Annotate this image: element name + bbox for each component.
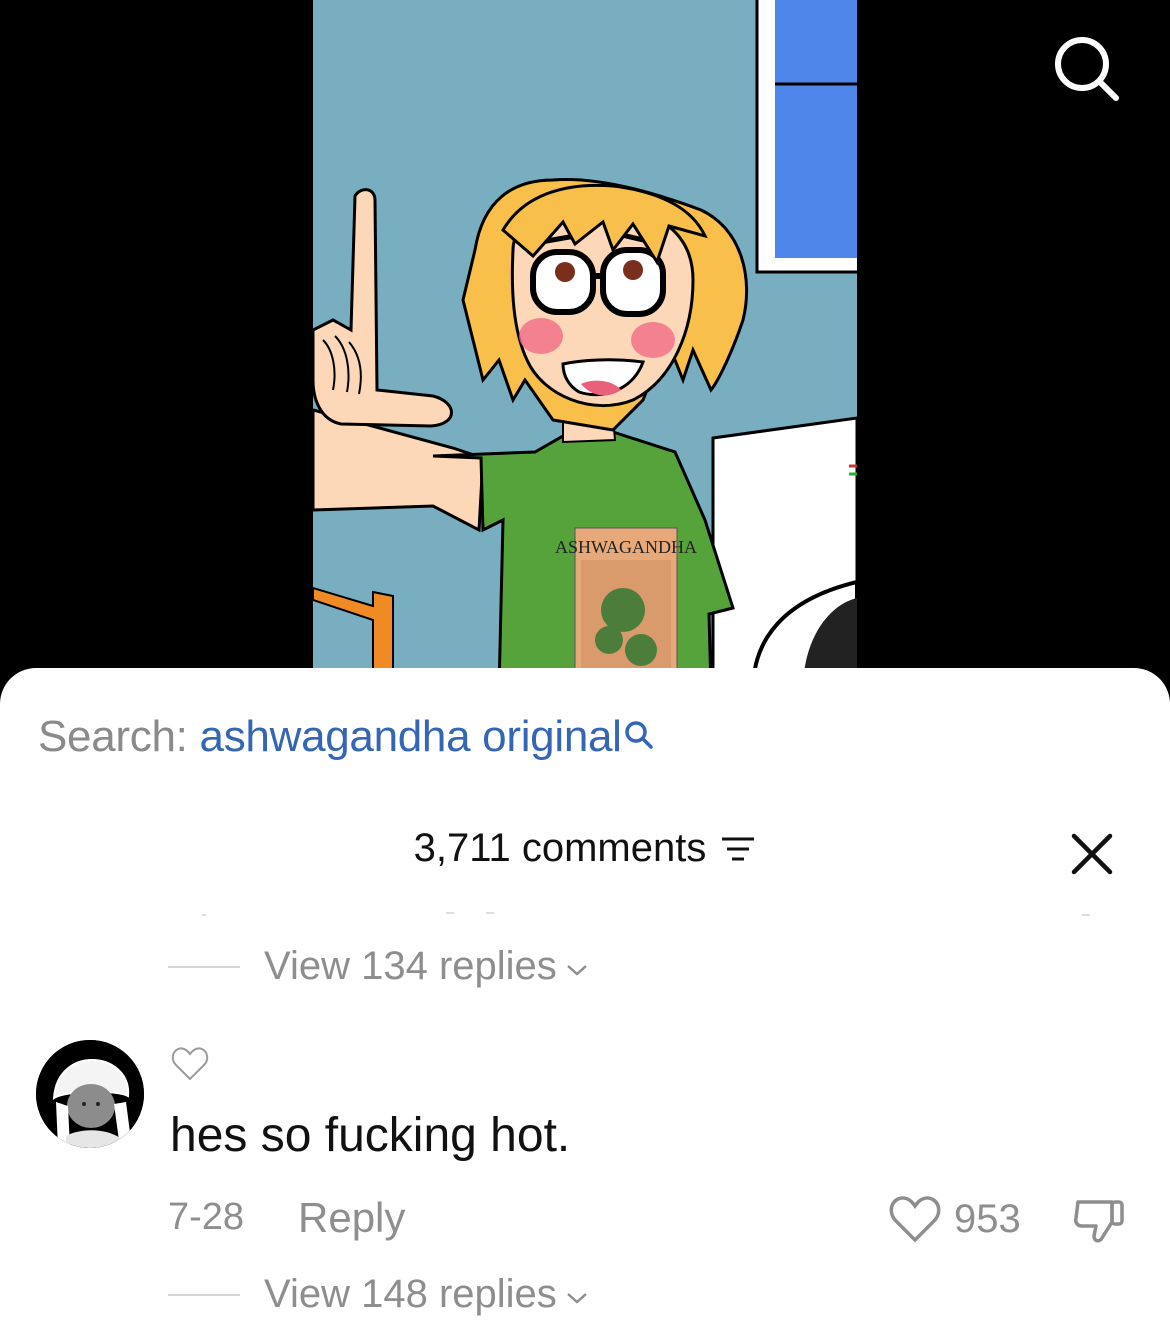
close-icon[interactable]: [1068, 830, 1116, 878]
view-replies-button[interactable]: View 134 replies: [168, 944, 589, 989]
search-icon[interactable]: [1050, 32, 1120, 102]
video-illustration: ASHWAGANDHA: [313, 0, 857, 690]
shirt-text: ASHWAGANDHA: [555, 537, 697, 557]
heart-icon[interactable]: [170, 1044, 210, 1084]
chevron-down-icon: [566, 964, 587, 976]
scroll-artifact: [202, 914, 206, 916]
related-search[interactable]: Search: ashwagandha original: [38, 712, 654, 762]
search-query-link[interactable]: ashwagandha original: [200, 712, 622, 762]
scroll-artifact: [486, 912, 494, 914]
view-replies-label: View 148 replies: [264, 1272, 557, 1316]
reply-button[interactable]: Reply: [298, 1194, 405, 1242]
comment-date: 7-28: [168, 1196, 245, 1238]
heart-icon: [889, 1196, 941, 1243]
like-count: 953: [954, 1196, 1021, 1241]
replies-divider: [168, 965, 240, 968]
replies-divider: [168, 1293, 240, 1296]
comment-text: hes so fucking hot.: [170, 1109, 571, 1162]
avatar[interactable]: [36, 1040, 144, 1148]
video-area[interactable]: ASHWAGANDHA: [0, 0, 1170, 690]
chevron-down-icon: [566, 1292, 587, 1304]
video-frame[interactable]: ASHWAGANDHA: [313, 0, 857, 690]
scroll-artifact: [446, 912, 454, 914]
view-replies-button[interactable]: View 148 replies: [168, 1272, 589, 1317]
avatar-image: [36, 1040, 144, 1148]
sort-icon[interactable]: [720, 835, 756, 863]
scroll-artifact: [1082, 914, 1090, 916]
dislike-icon[interactable]: [1072, 1194, 1126, 1248]
comments-count: 3,711 comments: [413, 826, 707, 870]
comments-header: 3,711 comments: [0, 826, 1170, 871]
magnifier-icon[interactable]: [624, 720, 654, 750]
like-button[interactable]: 953: [888, 1194, 1021, 1244]
search-prefix: Search:: [38, 712, 188, 761]
view-replies-label: View 134 replies: [264, 944, 557, 988]
